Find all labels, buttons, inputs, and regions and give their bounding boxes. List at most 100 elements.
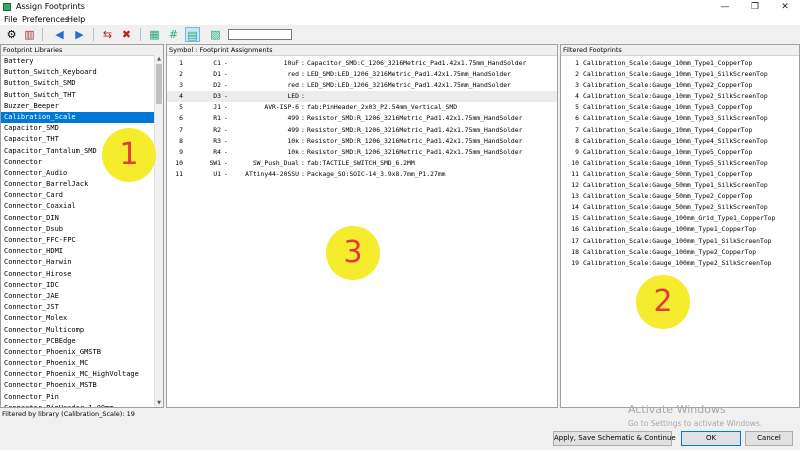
minimize-button[interactable]: —	[710, 0, 740, 14]
library-item[interactable]: Connector_HDMI	[1, 246, 163, 257]
assignment-row[interactable]: 1 C1- 10uF: Capacitor_SMD:C_1206_3216Metric…	[167, 58, 557, 69]
scroll-down-icon[interactable]: ▼	[155, 399, 163, 407]
toolbar-separator	[93, 28, 94, 41]
filtered-footprint-number: 17	[571, 236, 579, 245]
separator-colon: :	[301, 114, 305, 123]
filtered-footprint-item[interactable]: 14 Calibration_Scale:Gauge_50mm_Type2_Sil…	[567, 202, 799, 213]
auto-associate-icon[interactable]: ⇆	[100, 27, 115, 42]
filtered-footprint-item[interactable]: 11 Calibration_Scale:Gauge_50mm_Type1_Cop…	[567, 169, 799, 180]
library-item[interactable]: Connector_JAE	[1, 291, 163, 302]
library-item[interactable]: Connector_Hirose	[1, 269, 163, 280]
library-item[interactable]: Connector_FFC-FPC	[1, 235, 163, 246]
filter-text-input[interactable]	[228, 29, 292, 40]
library-item[interactable]: Connector_Multicomp	[1, 325, 163, 336]
scroll-thumb[interactable]	[156, 64, 162, 104]
library-item[interactable]: Connector_Pin	[1, 392, 163, 403]
filtered-footprint-item[interactable]: 4 Calibration_Scale:Gauge_10mm_Type2_Silk…	[567, 91, 799, 102]
close-button[interactable]: ✕	[770, 0, 800, 14]
reference: J1	[213, 103, 221, 112]
library-item[interactable]: Connector_Phoenix_MC	[1, 358, 163, 369]
library-item[interactable]: Connector_Coaxial	[1, 201, 163, 212]
filtered-footprint-item[interactable]: 2 Calibration_Scale:Gauge_10mm_Type1_Silk…	[567, 69, 799, 80]
separator-dash: -	[224, 59, 228, 67]
assignment-row[interactable]: 10 SW1- SW_Push_Dual: fab:TACTILE_SWITCH_SM…	[167, 158, 557, 169]
row-number: 11	[175, 169, 183, 178]
maximize-button[interactable]: ❐	[740, 0, 770, 14]
menu-file[interactable]: File	[4, 15, 17, 24]
menu-preferences[interactable]: Preferences	[22, 15, 69, 24]
filter-by-keywords-icon[interactable]: ▦	[147, 27, 162, 42]
menu-help[interactable]: Help	[67, 15, 85, 24]
menu-bar: File Preferences Help	[0, 14, 800, 25]
filtered-footprint-item[interactable]: 1 Calibration_Scale:Gauge_10mm_Type1_Copp…	[567, 58, 799, 69]
assignment-row[interactable]: 11 U1- ATtiny44-20SSU: Package_SO:SOIC-14_3…	[167, 169, 557, 180]
filtered-footprint-number: 3	[575, 81, 579, 90]
libraries-list[interactable]: Battery Button_Switch_Keyboard Button_Swit…	[1, 56, 163, 407]
library-item[interactable]: Button_Switch_Keyboard	[1, 67, 163, 78]
library-item[interactable]: Connector_BarrelJack	[1, 179, 163, 190]
assignment-row[interactable]: 9 R4- 10k: Resistor_SMD:R_1206_3216Metric_P…	[167, 147, 557, 158]
library-item[interactable]: Connector_Phoenix_MSTB	[1, 380, 163, 391]
assignment-row[interactable]: 4 D3- LED:	[167, 91, 557, 103]
gear-icon[interactable]: ⚙	[4, 27, 19, 42]
filtered-footprint-item[interactable]: 8 Calibration_Scale:Gauge_10mm_Type4_Silk…	[567, 136, 799, 147]
library-item[interactable]: Connector_Phoenix_GMSTB	[1, 347, 163, 358]
filtered-footprint-item[interactable]: 15 Calibration_Scale:Gauge_100mm_Grid_Typ…	[567, 213, 799, 224]
cancel-button[interactable]: Cancel	[745, 431, 793, 446]
filtered-footprint-item[interactable]: 10 Calibration_Scale:Gauge_10mm_Type5_Sil…	[567, 158, 799, 169]
apply-save-continue-button[interactable]: Apply, Save Schematic & Continue	[553, 431, 676, 446]
library-item[interactable]: Connector_JST	[1, 302, 163, 313]
filtered-footprint-item[interactable]: 9 Calibration_Scale:Gauge_10mm_Type5_Copp…	[567, 147, 799, 158]
library-item[interactable]: Connector_Phoenix_MC_HighVoltage	[1, 369, 163, 380]
library-item[interactable]: Connector_PCBEdge	[1, 336, 163, 347]
reference: R3	[213, 136, 221, 145]
assignments-list[interactable]: 1 C1-10uF: Capacitor_SMD:C_1206_3216Metric…	[167, 56, 557, 180]
library-item[interactable]: Connector_IDC	[1, 280, 163, 291]
assignment-row[interactable]: 3 D2- red: LED_SMD:LED_1206_3216Metric_Pad1…	[167, 80, 557, 91]
filtered-footprint-name: Calibration_Scale:Gauge_100mm_Type1_Copp…	[583, 225, 757, 234]
filtered-footprint-item[interactable]: 6 Calibration_Scale:Gauge_10mm_Type3_Silk…	[567, 113, 799, 124]
reference: D3	[213, 92, 221, 101]
arrow-left-icon[interactable]: ◀	[52, 27, 67, 42]
library-item[interactable]: Buzzer_Beeper	[1, 101, 163, 112]
assignment-row[interactable]: 8 R3- 10k: Resistor_SMD:R_1206_3216Metric_P…	[167, 136, 557, 147]
library-item[interactable]: Connector_Molex	[1, 313, 163, 324]
filtered-footprint-number: 1	[575, 59, 579, 67]
arrow-right-icon[interactable]: ▶	[72, 27, 87, 42]
library-item[interactable]: Connector_Harwin	[1, 257, 163, 268]
filtered-footprint-item[interactable]: 16 Calibration_Scale:Gauge_100mm_Type1_Co…	[567, 224, 799, 235]
filtered-footprint-item[interactable]: 13 Calibration_Scale:Gauge_50mm_Type2_Cop…	[567, 191, 799, 202]
libraries-scrollbar[interactable]: ▲ ▼	[154, 55, 163, 407]
filtered-footprint-number: 19	[571, 258, 579, 267]
library-browser-icon[interactable]: ▥	[22, 27, 37, 42]
scroll-up-icon[interactable]: ▲	[155, 55, 163, 63]
library-item[interactable]: Calibration_Scale	[1, 111, 163, 124]
library-item[interactable]: Battery	[1, 56, 163, 67]
filtered-footprint-item[interactable]: 7 Calibration_Scale:Gauge_10mm_Type4_Copp…	[567, 125, 799, 136]
assignment-row[interactable]: 2 D1- red: LED_SMD:LED_1206_3216Metric_Pad1…	[167, 69, 557, 80]
assignment-row[interactable]: 5 J1- AVR-ISP-6: fab:PinHeader_2x03_P2.54mm…	[167, 102, 557, 113]
assignment-row[interactable]: 7 R2- 499: Resistor_SMD:R_1206_3216Metric_P…	[167, 125, 557, 136]
library-item[interactable]: Button_Switch_SMD	[1, 78, 163, 89]
filtered-list[interactable]: 1 Calibration_Scale:Gauge_10mm_Type1_Copp…	[561, 56, 799, 269]
filter-by-text-icon[interactable]: ▧	[208, 27, 223, 42]
assignment-row[interactable]: 6 R1- 499: Resistor_SMD:R_1206_3216Metric_P…	[167, 113, 557, 124]
filtered-footprint-item[interactable]: 12 Calibration_Scale:Gauge_50mm_Type1_Sil…	[567, 180, 799, 191]
library-item[interactable]: Connector_Dsub	[1, 224, 163, 235]
reference: R1	[213, 114, 221, 123]
filtered-footprint-item[interactable]: 17 Calibration_Scale:Gauge_100mm_Type1_Si…	[567, 236, 799, 247]
filtered-footprint-item[interactable]: 5 Calibration_Scale:Gauge_10mm_Type3_Copp…	[567, 102, 799, 113]
delete-associations-icon[interactable]: ✖	[119, 27, 134, 42]
ok-button[interactable]: OK	[681, 431, 741, 446]
library-item[interactable]: Button_Switch_THT	[1, 90, 163, 101]
filtered-footprint-item[interactable]: 18 Calibration_Scale:Gauge_100mm_Type2_Co…	[567, 247, 799, 258]
filtered-footprint-item[interactable]: 19 Calibration_Scale:Gauge_100mm_Type2_Si…	[567, 258, 799, 269]
window-title: Assign Footprints	[16, 2, 85, 11]
separator-colon: :	[301, 70, 305, 79]
library-item[interactable]: Connector_DIN	[1, 213, 163, 224]
filter-by-library-icon[interactable]: ▤	[185, 27, 200, 42]
filtered-footprint-item[interactable]: 3 Calibration_Scale:Gauge_10mm_Type2_Copp…	[567, 80, 799, 91]
filtered-footprint-name: Calibration_Scale:Gauge_10mm_Type4_Coppe…	[583, 125, 753, 134]
filter-by-pin-count-icon[interactable]: #	[166, 27, 181, 42]
library-item[interactable]: Connector_Card	[1, 190, 163, 201]
